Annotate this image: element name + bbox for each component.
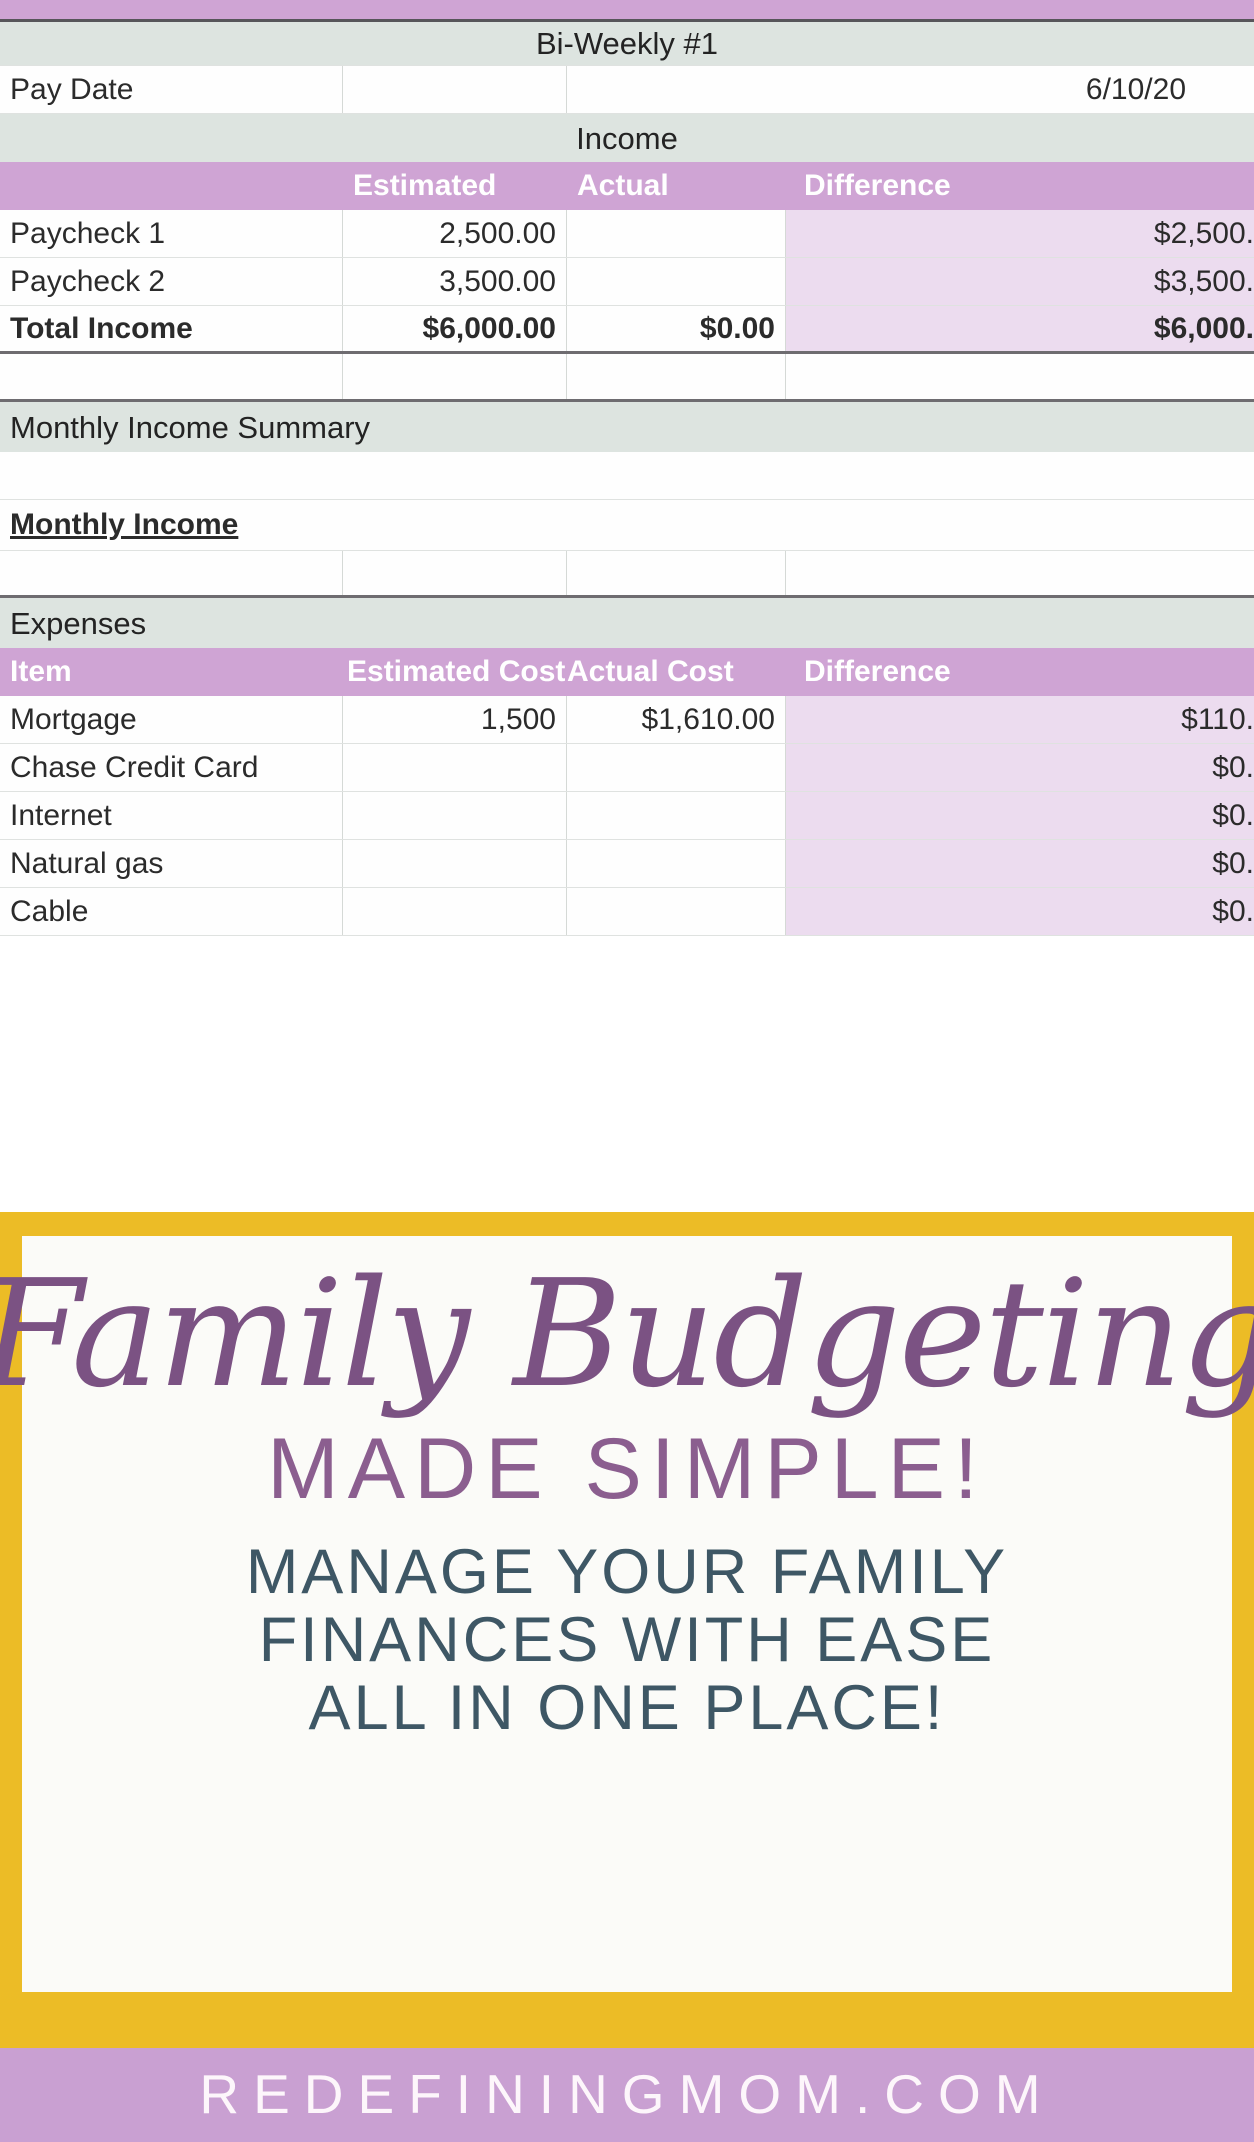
expense-row-0-estimated[interactable]: 1,500 <box>343 696 567 743</box>
expense-row-3-actual[interactable] <box>567 840 786 887</box>
pay-date-value-cell[interactable]: 6/10/20 <box>567 66 1186 113</box>
expenses-header-estimated: Estimated Cost <box>347 655 566 688</box>
income-header-item <box>0 162 343 210</box>
income-header-difference: Difference <box>804 169 951 202</box>
income-row-0-estimated[interactable]: 2,500.00 <box>343 210 567 257</box>
spacer-row-1[interactable] <box>0 354 1254 402</box>
income-row-1-item: Paycheck 2 <box>0 258 343 305</box>
income-header-actual: Actual <box>577 169 669 202</box>
income-row-1-estimated[interactable]: 3,500.00 <box>343 258 567 305</box>
promo-subline-1: MANAGE YOUR FAMILY <box>245 1537 1009 1607</box>
monthly-income-label-cell: Monthly Income <box>0 500 1254 550</box>
expense-row-1-actual[interactable] <box>567 744 786 791</box>
expense-row-1-estimated[interactable] <box>343 744 567 791</box>
monthly-income-label: Monthly Income <box>10 508 239 541</box>
income-row-0-difference: $2,500. <box>786 210 1254 257</box>
pay-date-row[interactable]: Pay Date 6/10/20 <box>0 66 1254 114</box>
income-row-0-actual[interactable] <box>567 210 786 257</box>
income-band-row: Income <box>0 114 1254 162</box>
table-row-total[interactable]: Total Income $6,000.00 $0.00 $6,000. <box>0 306 1254 354</box>
promo-inner-card: Family Budgeting MADE SIMPLE! MANAGE YOU… <box>0 1236 1254 1992</box>
expense-row-0-difference: $110. <box>786 696 1254 743</box>
table-row[interactable]: Chase Credit Card $0. <box>0 744 1254 792</box>
income-header-estimated: Estimated <box>353 169 497 202</box>
promo-banner: Family Budgeting MADE SIMPLE! MANAGE YOU… <box>0 1212 1254 2048</box>
biweekly-title: Bi-Weekly #1 <box>535 26 719 61</box>
promo-tagline: MADE SIMPLE! <box>267 1421 987 1517</box>
expense-row-4-difference: $0. <box>786 888 1254 935</box>
spacer-1-actual[interactable] <box>567 354 786 399</box>
monthly-income-summary-label: Monthly Income Summary <box>10 409 371 445</box>
footer-website-bar[interactable]: REDEFININGMOM.COM <box>0 2048 1254 2142</box>
expense-row-1-item: Chase Credit Card <box>0 744 343 791</box>
table-row[interactable]: Paycheck 1 2,500.00 $2,500. <box>0 210 1254 258</box>
expenses-header-difference: Difference <box>804 655 951 688</box>
expenses-band-label: Expenses <box>10 605 147 641</box>
monthly-income-row[interactable]: Monthly Income <box>0 500 1254 550</box>
expense-row-4-item: Cable <box>0 888 343 935</box>
expense-row-1-difference: $0. <box>786 744 1254 791</box>
income-row-1-actual[interactable] <box>567 258 786 305</box>
spacer-row-2[interactable] <box>0 452 1254 500</box>
budget-spreadsheet: Bi-Weekly #1 Pay Date 6/10/20 Income Est… <box>0 0 1254 1212</box>
expense-row-3-difference: $0. <box>786 840 1254 887</box>
footer-website-text: REDEFININGMOM.COM <box>199 2063 1055 2125</box>
expense-row-2-difference: $0. <box>786 792 1254 839</box>
income-row-2-item: Total Income <box>0 306 343 351</box>
spacer-3-difference[interactable] <box>786 551 1254 595</box>
pay-date-spacer-estimated[interactable] <box>343 66 567 113</box>
spacer-3-item[interactable] <box>0 551 343 595</box>
spacer-1-item[interactable] <box>0 354 343 399</box>
expense-row-0-actual[interactable]: $1,610.00 <box>567 696 786 743</box>
spacer-2-cell[interactable] <box>0 452 1254 499</box>
table-row[interactable]: Internet $0. <box>0 792 1254 840</box>
income-band-label: Income <box>576 120 678 156</box>
expense-row-4-estimated[interactable] <box>343 888 567 935</box>
expense-row-2-estimated[interactable] <box>343 792 567 839</box>
expenses-header-actual: Actual Cost <box>567 655 734 688</box>
pay-date-value: 6/10/20 <box>1085 72 1186 106</box>
table-row[interactable]: Cable $0. <box>0 888 1254 936</box>
spacer-3-estimated[interactable] <box>343 551 567 595</box>
spacer-3-actual[interactable] <box>567 551 786 595</box>
promo-subline-2: FINANCES WITH EASE <box>258 1605 996 1676</box>
income-header-row: Estimated Actual Difference <box>0 162 1254 210</box>
monthly-income-summary-band: Monthly Income Summary <box>0 402 1254 452</box>
spacer-row-3[interactable] <box>0 550 1254 598</box>
income-row-2-actual: $0.00 <box>567 306 786 351</box>
income-row-1-difference: $3,500. <box>786 258 1254 305</box>
expenses-header-row: Item Estimated Cost Actual Cost Differen… <box>0 648 1254 696</box>
biweekly-title-row: Bi-Weekly #1 <box>0 22 1254 66</box>
spacer-1-difference[interactable] <box>786 354 1254 399</box>
expense-row-2-item: Internet <box>0 792 343 839</box>
expense-row-4-actual[interactable] <box>567 888 786 935</box>
top-purple-strip <box>0 0 1254 22</box>
spacer-1-estimated[interactable] <box>343 354 567 399</box>
income-row-0-item: Paycheck 1 <box>0 210 343 257</box>
expense-row-0-item: Mortgage <box>0 696 343 743</box>
expense-row-3-item: Natural gas <box>0 840 343 887</box>
income-row-2-estimated: $6,000.00 <box>343 306 567 351</box>
pay-date-label: Pay Date <box>0 66 343 113</box>
income-row-2-difference: $6,000. <box>786 306 1254 351</box>
promo-subline-3: ALL IN ONE PLACE! <box>308 1673 946 1744</box>
table-row[interactable]: Mortgage 1,500 $1,610.00 $110. <box>0 696 1254 744</box>
expenses-band-row: Expenses <box>0 598 1254 648</box>
expense-row-3-estimated[interactable] <box>343 840 567 887</box>
expense-row-2-actual[interactable] <box>567 792 786 839</box>
table-row[interactable]: Paycheck 2 3,500.00 $3,500. <box>0 258 1254 306</box>
promo-script-title: Family Budgeting <box>0 1248 1254 1420</box>
expenses-header-item: Item <box>0 648 343 696</box>
table-row[interactable]: Natural gas $0. <box>0 840 1254 888</box>
